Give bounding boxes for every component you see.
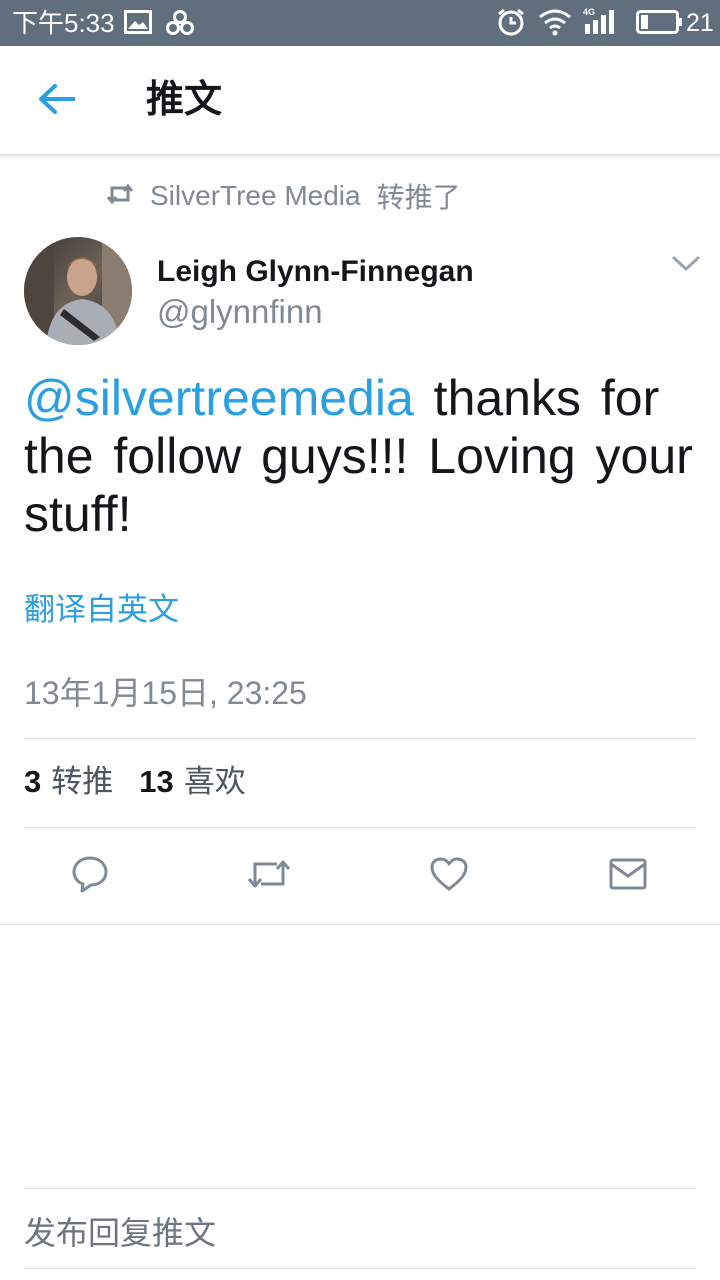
alarm-icon — [496, 7, 526, 42]
divider — [24, 738, 696, 739]
likes-stat[interactable]: 13 喜欢 — [139, 762, 245, 802]
tweet-text: @silvertreemedia thanks for the follow g… — [24, 369, 694, 543]
author-handle[interactable]: @glynnfinn — [157, 293, 323, 331]
envelope-icon — [608, 857, 648, 896]
app-bar: 推文 — [0, 46, 720, 156]
retweets-stat[interactable]: 3 转推 — [24, 762, 113, 802]
battery-icon — [636, 9, 684, 40]
likes-label: 喜欢 — [183, 764, 246, 799]
tweet-timestamp: 13年1月15日, 23:25 — [24, 675, 307, 711]
wifi-icon — [538, 8, 572, 41]
action-bar — [0, 828, 720, 924]
divider — [24, 1188, 696, 1189]
arrow-left-icon — [37, 83, 77, 120]
page-title: 推文 — [146, 79, 223, 121]
retweet-button[interactable] — [247, 854, 291, 898]
heart-icon — [429, 856, 469, 897]
pinwheel-icon — [166, 9, 194, 40]
divider — [24, 1268, 696, 1269]
reply-button[interactable] — [68, 854, 112, 898]
reply-icon — [70, 854, 110, 899]
retweet-icon — [246, 856, 292, 897]
retweet-icon — [106, 180, 134, 212]
back-button[interactable] — [32, 76, 82, 126]
retweets-count: 3 — [24, 764, 42, 799]
image-icon — [124, 10, 152, 39]
likes-count: 13 — [139, 764, 174, 799]
retweets-label: 转推 — [51, 764, 114, 799]
direct-message-button[interactable] — [606, 854, 650, 898]
reply-input[interactable]: 发布回复推文 — [24, 1212, 216, 1254]
retweet-action-label: 转推了 — [376, 182, 461, 213]
status-time: 下午5:33 — [12, 8, 115, 38]
tweet-stats: 3 转推 13 喜欢 — [24, 762, 246, 802]
battery-level: 21 — [686, 9, 714, 37]
chevron-down-icon — [670, 256, 702, 278]
translate-link[interactable]: 翻译自英文 — [24, 590, 179, 630]
like-button[interactable] — [427, 854, 471, 898]
status-bar: 下午5:33 4G 21 — [0, 0, 720, 46]
author-name[interactable]: Leigh Glynn-Finnegan — [157, 254, 474, 290]
avatar[interactable] — [24, 237, 132, 345]
divider — [0, 924, 720, 925]
retweet-context[interactable]: SilverTree Media 转推了 — [106, 178, 461, 214]
retweeter-name: SilverTree Media — [150, 180, 361, 211]
tweet-options-button[interactable] — [670, 254, 702, 280]
signal-icon: 4G — [582, 6, 622, 41]
mention-link[interactable]: @silvertreemedia — [24, 370, 414, 426]
svg-text:4G: 4G — [583, 7, 595, 17]
